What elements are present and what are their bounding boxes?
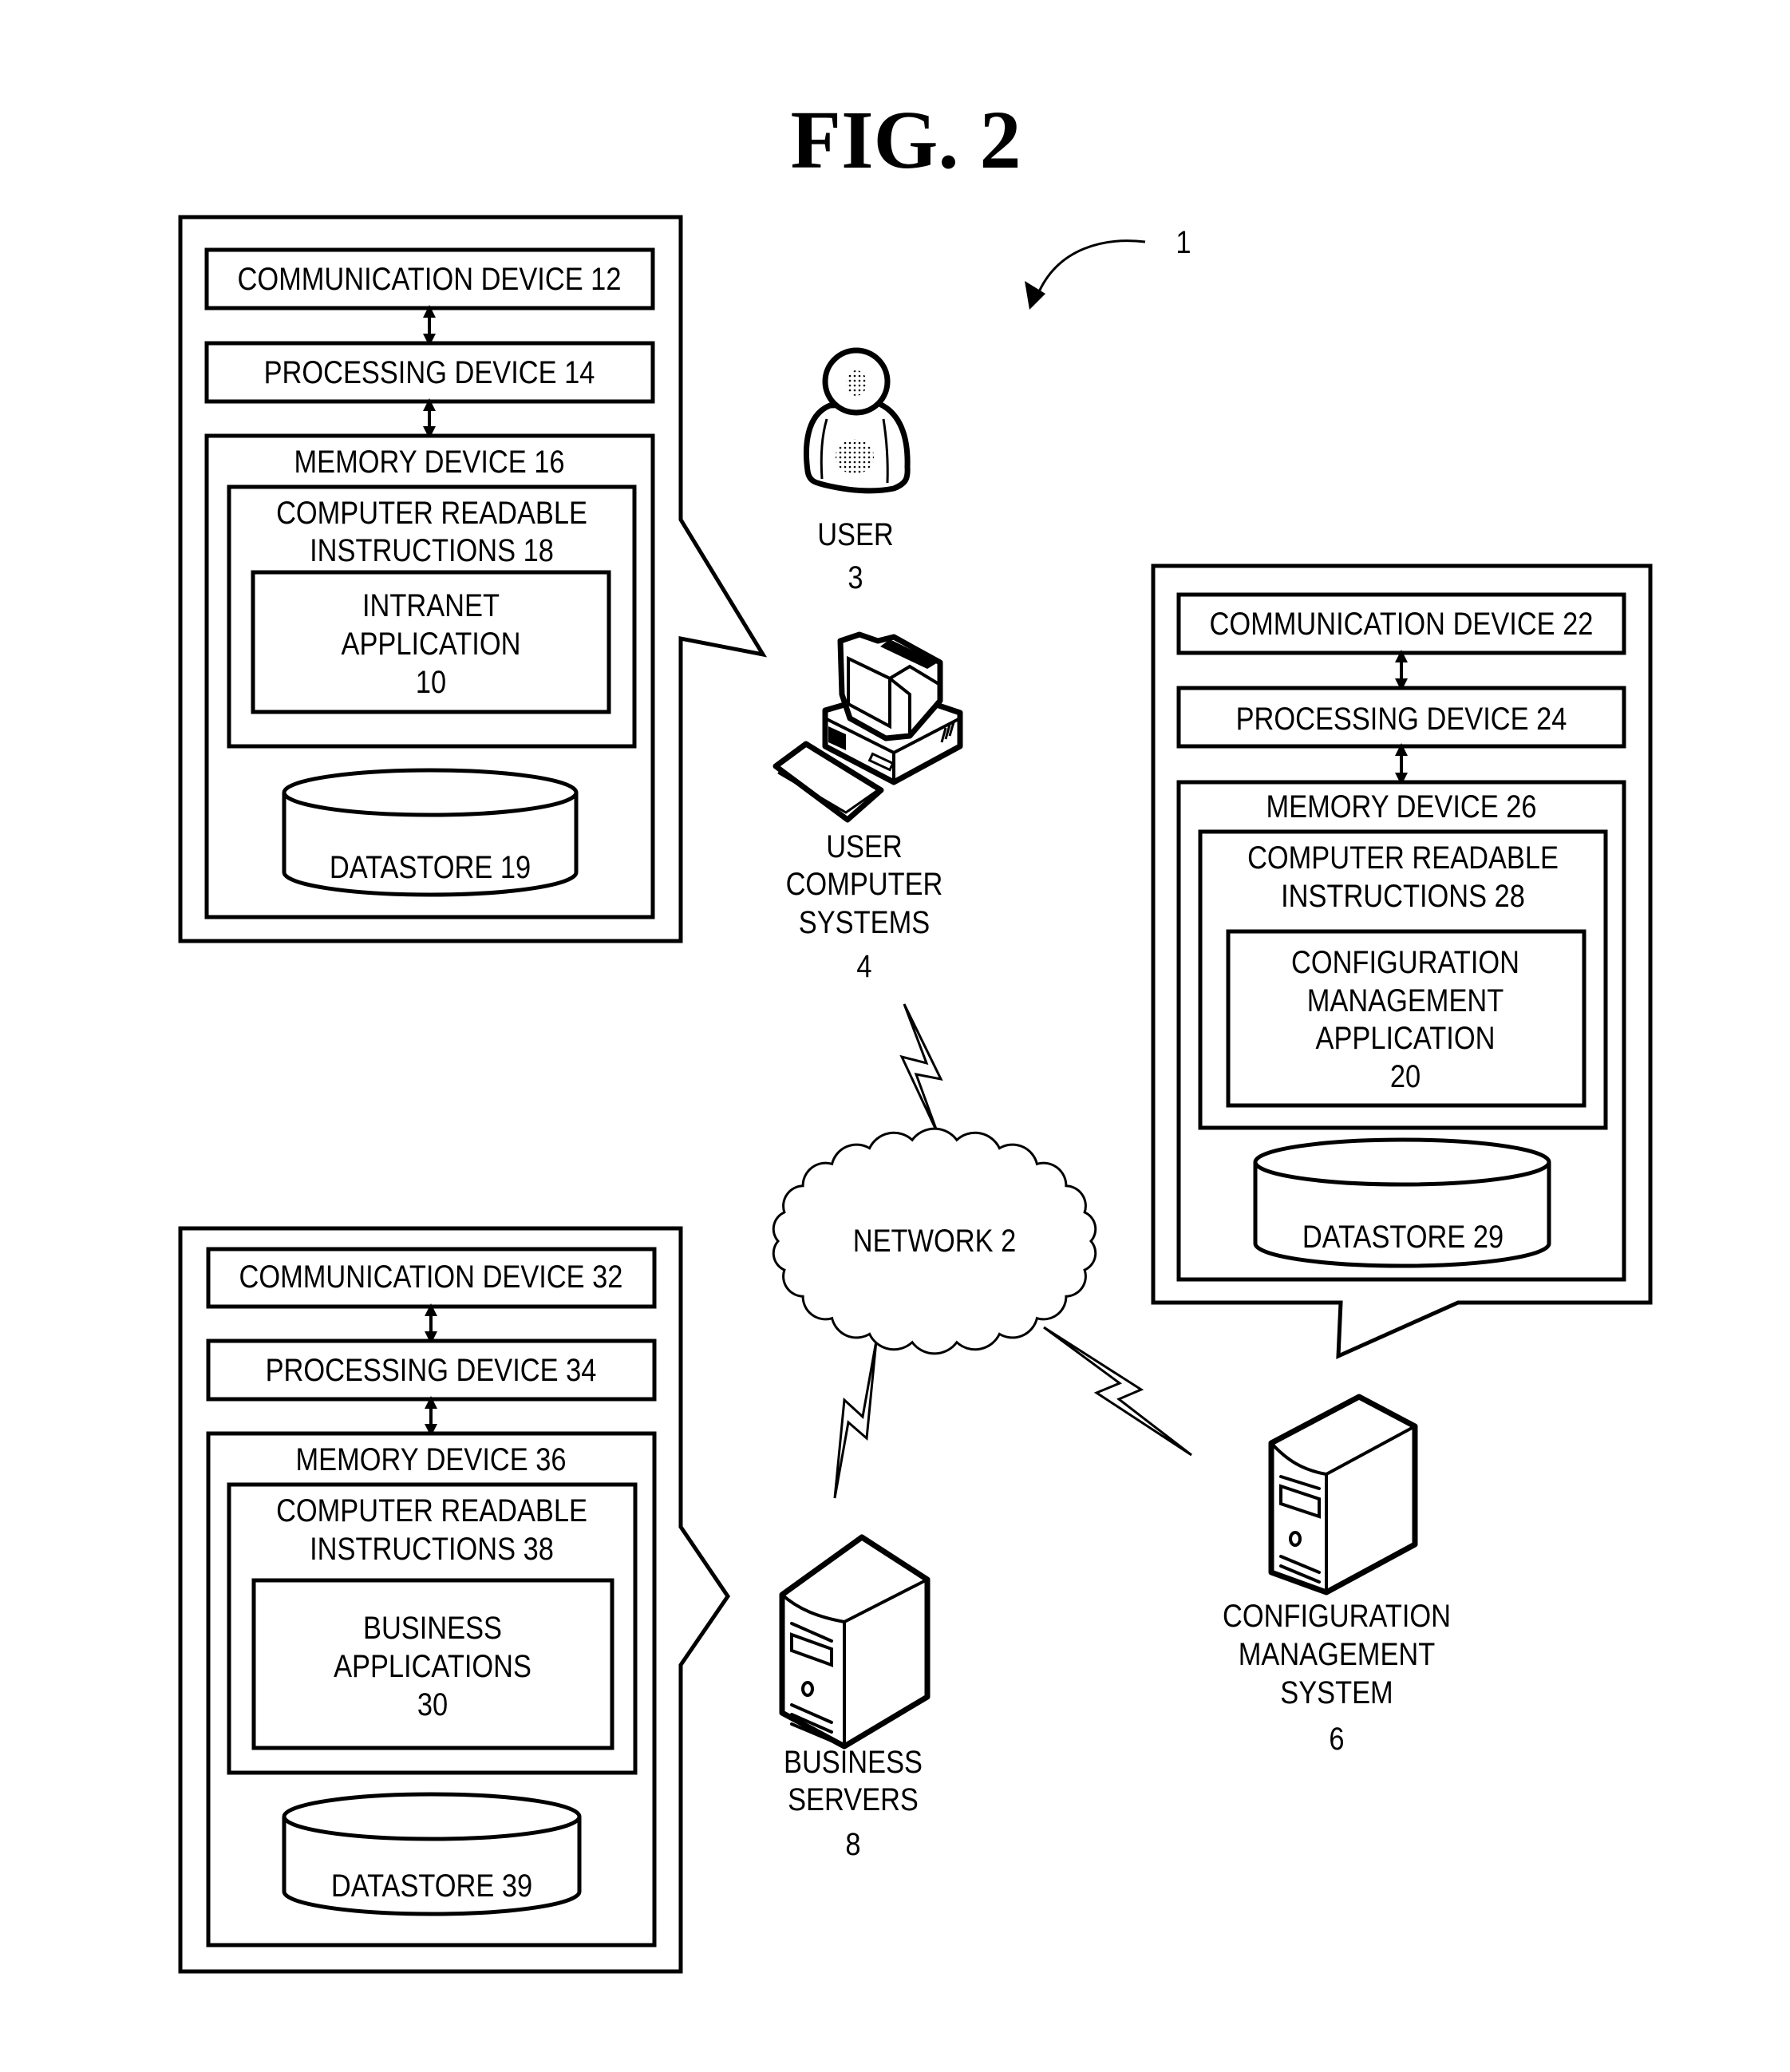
configuration-management-system-node[interactable]: CONFIGURATION MANAGEMENT SYSTEM 6: [1223, 1394, 1451, 1757]
memory-device-label: MEMORY DEVICE 26: [1266, 789, 1537, 824]
datastore-label: DATASTORE 39: [331, 1868, 532, 1904]
instructions-label-line2: INSTRUCTIONS 18: [310, 532, 554, 568]
application-label-line1: INTRANET: [362, 587, 500, 623]
user-person-icon: [804, 347, 911, 494]
application-label-line2: APPLICATION: [342, 626, 521, 662]
instructions-label-line1: COMPUTER READABLE: [276, 495, 587, 531]
memory-device-label: MEMORY DEVICE 36: [296, 1441, 567, 1477]
application-label-line3: 10: [416, 664, 446, 700]
instructions-label-line1: COMPUTER READABLE: [276, 1493, 587, 1528]
processing-device-label: PROCESSING DEVICE 14: [264, 354, 595, 390]
user-computer-systems-node[interactable]: USER COMPUTER SYSTEMS 4: [773, 631, 963, 984]
business-servers-number: 8: [845, 1826, 860, 1862]
business-servers-node[interactable]: BUSINESS SERVERS 8: [779, 1534, 931, 1862]
user-computer-label-line3: SYSTEMS: [799, 904, 930, 940]
datastore-label: DATASTORE 29: [1302, 1219, 1504, 1255]
figure-title: FIG. 2: [791, 94, 1021, 186]
network-node[interactable]: NETWORK 2: [772, 1127, 1097, 1355]
config-system-callout: COMMUNICATION DEVICE 22 PROCESSING DEVIC…: [1151, 563, 1653, 1359]
lightning-bolt-icon: [833, 1340, 878, 1499]
configuration-management-label-line1: CONFIGURATION: [1223, 1598, 1451, 1634]
instructions-label-line2: INSTRUCTIONS 28: [1281, 878, 1525, 914]
lightning-bolt-icon: [1043, 1326, 1192, 1457]
instructions-label-line2: INSTRUCTIONS 38: [310, 1531, 554, 1567]
application-label-line3: 30: [417, 1686, 448, 1722]
tower-server-icon: [779, 1534, 931, 1750]
system-reference: 1: [1025, 224, 1191, 310]
processing-device-label: PROCESSING DEVICE 24: [1236, 701, 1567, 737]
application-label-line1: CONFIGURATION: [1291, 944, 1519, 980]
desktop-computer-icon: [773, 631, 963, 823]
business-system-callout: COMMUNICATION DEVICE 32 PROCESSING DEVIC…: [178, 1226, 731, 1974]
communication-device-label: COMMUNICATION DEVICE 12: [238, 261, 622, 297]
business-servers-label-line2: SERVERS: [788, 1781, 919, 1817]
user-computer-label-line2: COMPUTER: [786, 866, 943, 902]
reference-arrow-icon: [1036, 239, 1146, 296]
application-label-line2: APPLICATIONS: [334, 1648, 531, 1684]
configuration-management-label-line2: MANAGEMENT: [1239, 1636, 1435, 1672]
system-reference-number: 1: [1176, 224, 1191, 260]
memory-device-label: MEMORY DEVICE 16: [294, 444, 565, 480]
user-label: USER: [817, 516, 894, 552]
business-servers-label-line1: BUSINESS: [784, 1744, 923, 1780]
user-computer-label-line1: USER: [826, 828, 903, 864]
lightning-bolt-icon: [899, 1003, 943, 1134]
communication-device-label: COMMUNICATION DEVICE 22: [1210, 606, 1594, 642]
instructions-label-line1: COMPUTER READABLE: [1247, 840, 1559, 876]
configuration-management-label-line3: SYSTEM: [1280, 1675, 1393, 1710]
datastore-label: DATASTORE 19: [330, 849, 531, 885]
communication-device-label: COMMUNICATION DEVICE 32: [239, 1259, 623, 1295]
network-label: NETWORK 2: [853, 1223, 1016, 1259]
user-computer-number: 4: [856, 948, 871, 984]
application-label-line3: APPLICATION: [1316, 1020, 1496, 1056]
user-number: 3: [848, 560, 863, 595]
application-label-line4: 20: [1390, 1058, 1421, 1094]
tower-server-icon: [1268, 1394, 1418, 1596]
user-node[interactable]: USER 3: [804, 347, 911, 595]
configuration-management-number: 6: [1329, 1721, 1344, 1757]
intranet-system-callout: COMMUNICATION DEVICE 12 PROCESSING DEVIC…: [178, 215, 768, 943]
processing-device-label: PROCESSING DEVICE 34: [266, 1352, 597, 1388]
application-label-line1: BUSINESS: [363, 1610, 502, 1646]
patent-figure-diagram: FIG. 2 1 COMMUNICATION DEVICE 12 PROCESS…: [178, 94, 1653, 1974]
application-label-line2: MANAGEMENT: [1307, 983, 1504, 1018]
